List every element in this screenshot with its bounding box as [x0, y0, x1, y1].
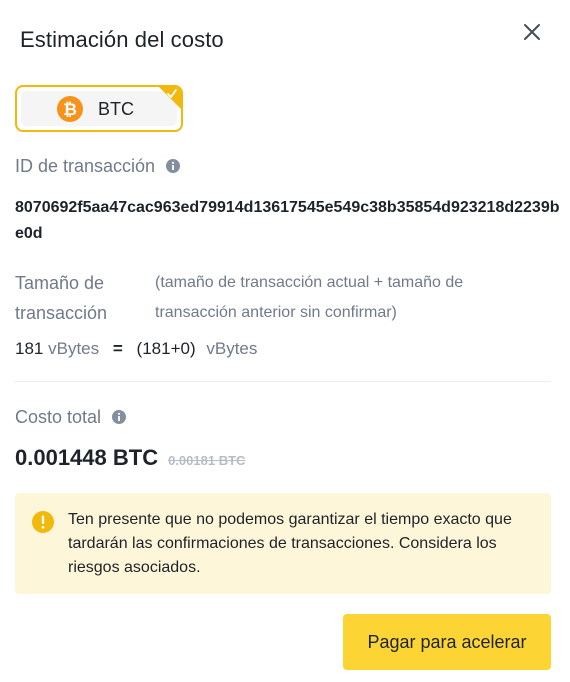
info-icon[interactable]: [166, 158, 181, 173]
warning-icon: [32, 511, 54, 533]
size-value: 181: [15, 339, 44, 358]
total-cost: 0.001448 BTC 0.00181 BTC: [15, 445, 245, 471]
close-icon: [524, 24, 540, 40]
total-cost-label: Costo total: [15, 407, 127, 428]
size-breakdown: (181+0): [136, 339, 196, 358]
warning-text: Ten presente que no podemos garantizar e…: [68, 511, 512, 576]
coin-label: BTC: [98, 99, 134, 119]
close-button[interactable]: [518, 18, 546, 46]
check-icon: [167, 89, 177, 98]
transaction-id-label-text: ID de transacción: [15, 156, 156, 176]
warning-notice: Ten presente que no podemos garantizar e…: [15, 493, 551, 594]
transaction-size-formula: 181 vBytes = (181+0) vBytes: [15, 338, 257, 360]
pay-to-accelerate-button[interactable]: Pagar para acelerar: [343, 614, 551, 670]
transaction-size-label: Tamaño de transacción: [15, 273, 108, 323]
size-unit: vBytes: [48, 339, 100, 358]
coin-selector-btc[interactable]: ₿ BTC: [15, 85, 183, 132]
dialog-title: Estimación del costo: [20, 27, 224, 52]
total-cost-current: 0.001448 BTC: [15, 445, 159, 470]
breakdown-unit: vBytes: [206, 339, 258, 358]
transaction-id-label: ID de transacción: [15, 156, 181, 177]
transaction-size-note: (tamaño de transacción actual + tamaño d…: [155, 274, 464, 321]
svg-text:₿: ₿: [63, 100, 77, 119]
transaction-id-value: 8070692f5aa47cac963ed79914d13617545e549c…: [15, 199, 560, 242]
cost-estimate-dialog: Estimación del costo ₿ BTC ID de transac…: [0, 0, 570, 682]
bitcoin-icon: ₿: [57, 96, 83, 122]
info-icon[interactable]: [112, 409, 127, 424]
total-cost-previous: 0.00181 BTC: [168, 453, 246, 468]
total-cost-label-text: Costo total: [15, 407, 102, 427]
divider: [15, 381, 551, 382]
equals-sign: =: [112, 339, 123, 358]
